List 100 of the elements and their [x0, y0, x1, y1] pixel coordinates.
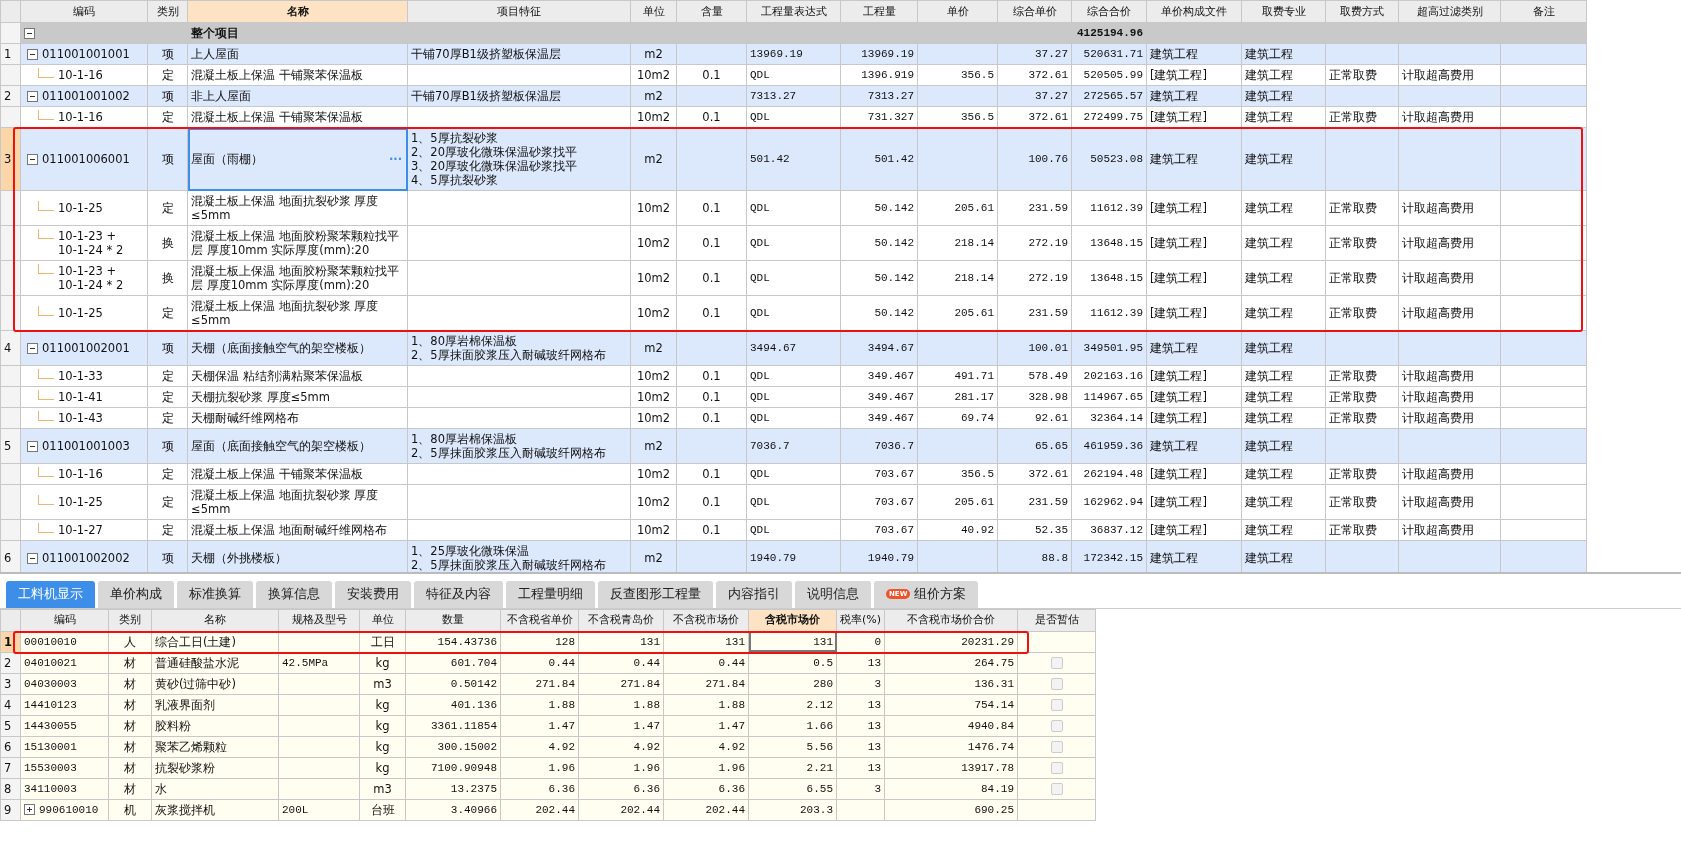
column-header[interactable]: 数量	[405, 609, 501, 632]
column-header[interactable]: 单价构成文件	[1146, 0, 1242, 23]
table-row[interactable]: 4 011001002001 项 天棚（底面接触空气的架空楼板） 1、80厚岩棉保温板 2、5厚抹面胶浆压入耐碱玻纤网格布 m2 3494.67 3494.67 100.01 349501.95 建筑工程 建筑工程	[0, 330, 1587, 366]
row-number: 3	[4, 676, 12, 691]
expander-icon[interactable]	[24, 27, 35, 39]
table-cell: 272.19	[997, 260, 1072, 296]
table-cell: 建筑工程	[1241, 484, 1326, 520]
name-text: 上人屋面	[191, 47, 239, 61]
tab[interactable]: 说明信息	[795, 581, 871, 608]
column-header[interactable]: 工程量表达式	[746, 0, 841, 23]
name-text: 天棚保温 粘结剂满粘聚苯保温板	[191, 369, 363, 383]
column-header[interactable]: 规格及型号	[278, 609, 360, 632]
code-text: 10-1-25	[58, 306, 103, 320]
column-header[interactable]: 含税市场价	[748, 609, 837, 632]
expander-icon[interactable]	[27, 90, 38, 102]
table-row[interactable]: 10-1-33 定 天棚保温 粘结剂满粘聚苯保温板 10m2 0.1 QDL 349.467 491.71 578.49 202163.16 [建筑工程] 建筑工程 正常取费 计取超高费用	[0, 365, 1587, 387]
table-row[interactable]: 6 011001002002 项 天棚（外挑楼板） 1、25厚玻化微珠保温 2、5厚抹面胶浆压入耐碱玻纤网格布 m2 1940.79 1940.79 88.8 172342.15 建筑工程 建筑工程	[0, 540, 1587, 572]
tree-line	[38, 306, 54, 316]
checkbox[interactable]	[1050, 762, 1063, 775]
checkbox[interactable]	[1050, 699, 1063, 712]
column-header[interactable]: 名称	[151, 609, 279, 632]
table-row[interactable]: 10-1-16 定 混凝土板上保温 干铺聚苯保温板 10m2 0.1 QDL 703.67 356.5 372.61 262194.48 [建筑工程] 建筑工程 正常取费 计取超高费用	[0, 463, 1587, 485]
column-header[interactable]: 名称	[187, 0, 408, 23]
checkbox[interactable]	[1050, 678, 1063, 691]
table-row[interactable]: 整个项目 4125194.96	[0, 22, 1587, 44]
table-cell: 0.1	[676, 260, 747, 296]
checkbox[interactable]	[1050, 720, 1063, 733]
table-row[interactable]: 1 00010010 人 综合工日(土建) 工日 154.43736 128 131 131 131 0 20231.29	[0, 631, 1096, 653]
code-text: 10-1-16	[58, 110, 103, 124]
column-header[interactable]: 是否暂估	[1017, 609, 1096, 632]
tab[interactable]: 特征及内容	[414, 581, 503, 608]
table-row[interactable]: 9 990610010 机 灰浆搅拌机 200L 台班 3.40966 202.44 202.44 202.44 203.3 690.25	[0, 799, 1096, 821]
table-cell: m2	[630, 330, 677, 366]
table-cell: 干铺70厚B1级挤塑板保温层	[407, 85, 631, 107]
expander-icon[interactable]	[27, 440, 38, 452]
column-header[interactable]: 取费专业	[1241, 0, 1326, 23]
column-header[interactable]: 税率(%)	[836, 609, 885, 632]
table-row[interactable]: 10-1-27 定 混凝土板上保温 地面耐碱纤维网格布 10m2 0.1 QDL 703.67 40.92 52.35 36837.12 [建筑工程] 建筑工程 正常取费 计取超高费用	[0, 519, 1587, 541]
table-row[interactable]: 10-1-25 定 混凝土板上保温 地面抗裂砂浆 厚度≤5mm 10m2 0.1 QDL 50.142 205.61 231.59 11612.39 [建筑工程] 建筑工程 正常取费 计取超高费用	[0, 190, 1587, 226]
table-cell: 218.14	[917, 260, 998, 296]
tree-line	[38, 467, 54, 477]
column-header[interactable]: 综合合价	[1071, 0, 1147, 23]
checkbox[interactable]	[1050, 741, 1063, 754]
expander-icon[interactable]	[27, 342, 38, 354]
table-row[interactable]: 10-1-16 定 混凝土板上保温 干铺聚苯保温板 10m2 0.1 QDL 731.327 356.5 372.61 272499.75 [建筑工程] 建筑工程 正常取费 计取超高费用	[0, 106, 1587, 128]
expander-icon[interactable]	[27, 48, 38, 60]
table-row[interactable]: 10-1-23 + 10-1-24 * 2 换 混凝土板上保温 地面胶粉聚苯颗粒找平层 厚度10mm 实际厚度(mm):20 10m2 0.1 QDL 50.142 218.14 272.19 13648.15 [建筑工程] 建筑工程 正常取费 计取超高费用	[0, 260, 1587, 296]
column-header[interactable]: 编码	[20, 0, 148, 23]
expander-icon[interactable]	[24, 804, 35, 816]
table-row[interactable]: 6 15130001 材 聚苯乙烯颗粒 kg 300.15002 4.92 4.92 4.92 5.56 13 1476.74	[0, 736, 1096, 758]
column-header[interactable]: 不含税市场价	[663, 609, 749, 632]
tab[interactable]: 安装费用	[335, 581, 411, 608]
column-header[interactable]: 单价	[917, 0, 998, 23]
table-cell: 272.19	[997, 225, 1072, 261]
checkbox[interactable]	[1050, 657, 1063, 670]
column-header[interactable]: 不含税青岛价	[578, 609, 664, 632]
column-header[interactable]: 备注	[1500, 0, 1587, 23]
tab[interactable]: 换算信息	[256, 581, 332, 608]
tab[interactable]: 工程量明细	[506, 581, 595, 608]
column-header[interactable]: 不含税市场价合价	[884, 609, 1018, 632]
table-row[interactable]: 10-1-43 定 天棚耐碱纤维网格布 10m2 0.1 QDL 349.467 69.74 92.61 32364.14 [建筑工程] 建筑工程 正常取费 计取超高费用	[0, 407, 1587, 429]
column-header[interactable]: 超高过滤类别	[1398, 0, 1501, 23]
column-header[interactable]: 项目特征	[407, 0, 631, 23]
column-header[interactable]: 取费方式	[1325, 0, 1399, 23]
table-row[interactable]: 3 04030003 材 黄砂(过筛中砂) m3 0.50142 271.84 271.84 271.84 280 3 136.31	[0, 673, 1096, 695]
table-row[interactable]: 5 011001001003 项 屋面（底面接触空气的架空楼板） 1、80厚岩棉保温板 2、5厚抹面胶浆压入耐碱玻纤网格布 m2 7036.7 7036.7 65.65 461959.36 建筑工程 建筑工程	[0, 428, 1587, 464]
table-row[interactable]: 2 04010021 材 普通硅酸盐水泥 42.5MPa kg 601.704 0.44 0.44 0.44 0.5 13 264.75	[0, 652, 1096, 674]
tab[interactable]: 标准换算	[177, 581, 253, 608]
table-row[interactable]: 10-1-25 定 混凝土板上保温 地面抗裂砂浆 厚度≤5mm 10m2 0.1 QDL 50.142 205.61 231.59 11612.39 [建筑工程] 建筑工程 正常取费 计取超高费用	[0, 295, 1587, 331]
column-header[interactable]: 类别	[147, 0, 188, 23]
code-text: 00010010	[24, 634, 77, 649]
expander-icon[interactable]	[27, 153, 38, 165]
row-number: 1	[4, 634, 12, 649]
column-header[interactable]: 工程量	[840, 0, 918, 23]
column-header[interactable]: 编码	[20, 609, 109, 632]
tree-line	[38, 68, 54, 78]
column-header[interactable]: 单位	[630, 0, 677, 23]
checkbox[interactable]	[1050, 783, 1063, 796]
tab[interactable]: 单价构成	[98, 581, 174, 608]
table-row[interactable]: 8 34110003 材 水 m3 13.2375 6.36 6.36 6.36 6.55 3 84.19	[0, 778, 1096, 800]
tree-line	[38, 369, 54, 379]
column-header[interactable]: 单位	[359, 609, 406, 632]
table-row[interactable]: 4 14410123 材 乳液界面剂 kg 401.136 1.88 1.88 1.88 2.12 13 754.14	[0, 694, 1096, 716]
column-header[interactable]: 类别	[108, 609, 152, 632]
table-row[interactable]: 5 14430055 材 胶料粉 kg 3361.11854 1.47 1.47 1.47 1.66 13 4940.84	[0, 715, 1096, 737]
table-row[interactable]: 10-1-23 + 10-1-24 * 2 换 混凝土板上保温 地面胶粉聚苯颗粒找平层 厚度10mm 实际厚度(mm):20 10m2 0.1 QDL 50.142 218.14 272.19 13648.15 [建筑工程] 建筑工程 正常取费 计取超高费用	[0, 225, 1587, 261]
table-row[interactable]: 10-1-41 定 天棚抗裂砂浆 厚度≤5mm 10m2 0.1 QDL 349.467 281.17 328.98 114967.65 [建筑工程] 建筑工程 正常取费 计取超高费用	[0, 386, 1587, 408]
tab[interactable]: 内容指引	[716, 581, 792, 608]
table-row[interactable]: 10-1-16 定 混凝土板上保温 干铺聚苯保温板 10m2 0.1 QDL 1396.919 356.5 372.61 520505.99 [建筑工程] 建筑工程 正常取费 计取超高费用	[0, 64, 1587, 86]
tab[interactable]: 反查图形工程量	[598, 581, 713, 608]
expander-icon[interactable]	[27, 552, 38, 564]
table-row[interactable]: 1 011001001001 项 上人屋面 干铺70厚B1级挤塑板保温层 m2 13969.19 13969.19 37.27 520631.71 建筑工程 建筑工程	[0, 43, 1587, 65]
column-header[interactable]: 综合单价	[997, 0, 1072, 23]
column-header[interactable]: 不含税省单价	[500, 609, 579, 632]
table-cell: 建筑工程	[1241, 190, 1326, 226]
table-row[interactable]: 10-1-25 定 混凝土板上保温 地面抗裂砂浆 厚度≤5mm 10m2 0.1 QDL 703.67 205.61 231.59 162962.94 [建筑工程] 建筑工程 正常取费 计取超高费用	[0, 484, 1587, 520]
table-row[interactable]: 2 011001001002 项 非上人屋面 干铺70厚B1级挤塑板保温层 m2 7313.27 7313.27 37.27 272565.57 建筑工程 建筑工程	[0, 85, 1587, 107]
column-header[interactable]: 含量	[676, 0, 747, 23]
table-row[interactable]: 7 15530003 材 抗裂砂浆粉 kg 7100.90948 1.96 1.96 1.96 2.21 13 13917.78	[0, 757, 1096, 779]
row-number: 6	[4, 739, 12, 754]
